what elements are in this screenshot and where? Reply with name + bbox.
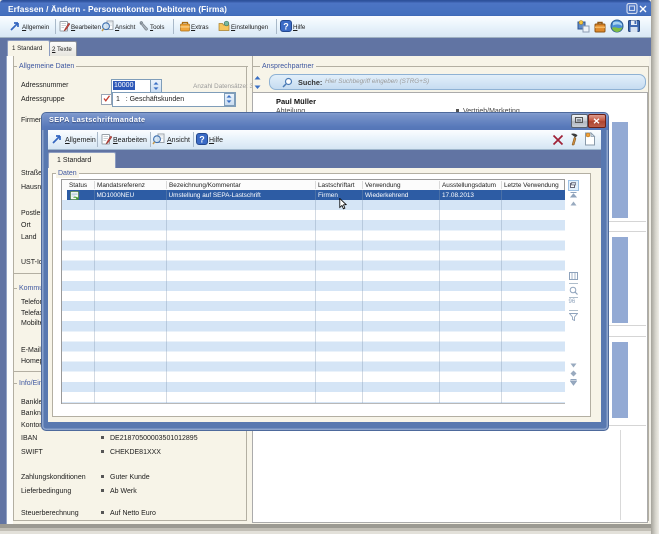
svg-text:?: ?: [283, 21, 289, 31]
svg-text:?: ?: [199, 134, 205, 144]
